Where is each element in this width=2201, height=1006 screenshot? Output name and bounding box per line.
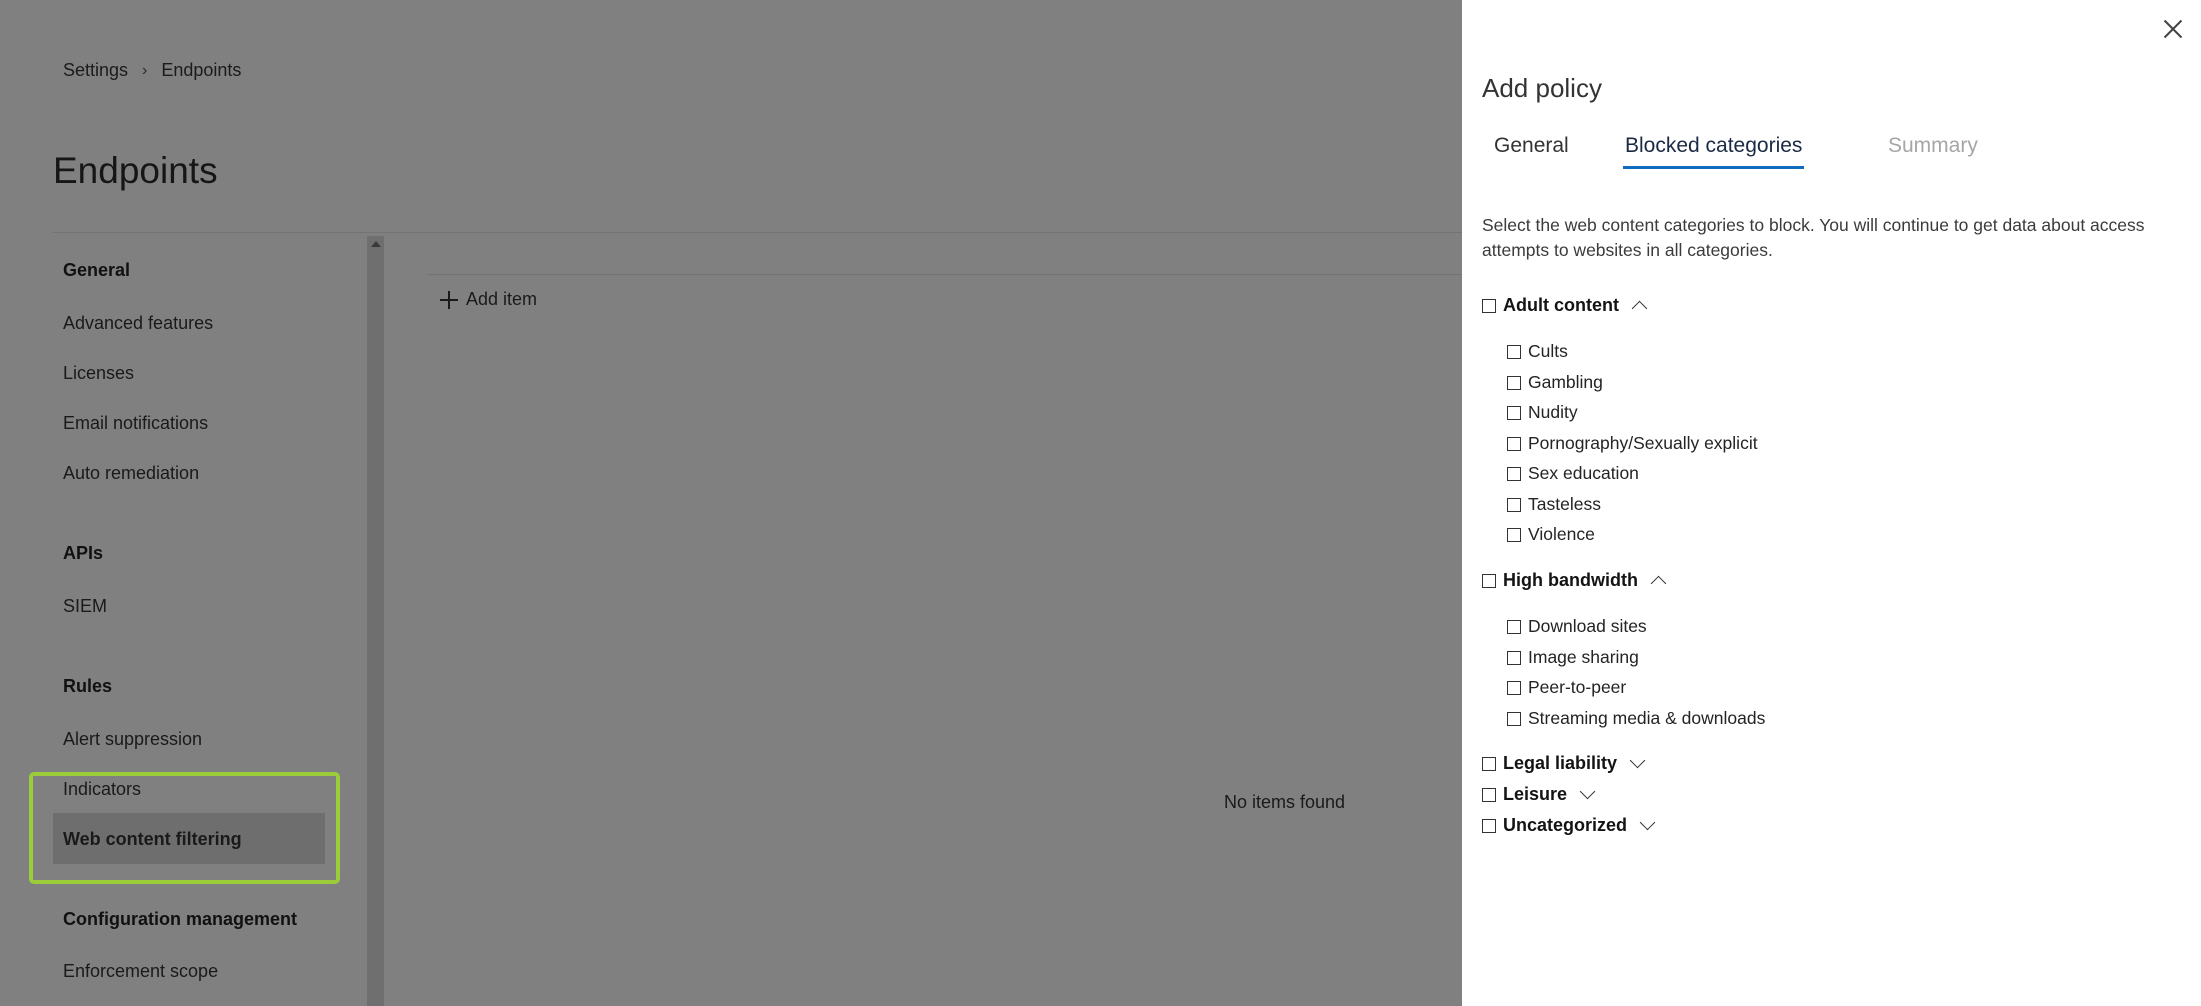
checkbox[interactable] (1507, 466, 1521, 481)
category-group-high-bandwidth[interactable]: High bandwidth (1482, 570, 1667, 592)
category-item[interactable]: Image sharing (1507, 647, 1639, 668)
chevron-right-icon: › (142, 61, 148, 79)
category-label: Sex education (1528, 463, 1639, 483)
page-title: Endpoints (53, 150, 218, 191)
category-item[interactable]: Tasteless (1507, 494, 1601, 515)
group-label: Uncategorized (1503, 815, 1628, 835)
sidebar-item-enforcement-scope[interactable]: Enforcement scope (63, 961, 218, 982)
sidebar-item-siem[interactable]: SIEM (63, 596, 107, 617)
checkbox[interactable] (1507, 527, 1521, 542)
checkbox[interactable] (1507, 344, 1521, 359)
category-group-adult-content[interactable]: Adult content (1482, 295, 1648, 317)
category-item[interactable]: Nudity (1507, 402, 1578, 423)
category-item[interactable]: Streaming media & downloads (1507, 708, 1765, 729)
category-label: Image sharing (1528, 647, 1639, 667)
close-icon[interactable] (2162, 18, 2184, 40)
checkbox[interactable] (1482, 298, 1496, 313)
checkbox[interactable] (1482, 573, 1496, 588)
sidebar-scrollbar[interactable] (367, 236, 384, 1006)
tab-general[interactable]: General (1492, 134, 1571, 166)
chevron-down-icon[interactable] (1629, 752, 1646, 769)
category-label: Pornography/Sexually explicit (1528, 433, 1758, 453)
checkbox[interactable] (1482, 756, 1496, 771)
checkbox[interactable] (1507, 405, 1521, 420)
checkbox[interactable] (1507, 680, 1521, 695)
sidebar-item-auto-remediation[interactable]: Auto remediation (63, 463, 199, 484)
sidebar-item-licenses[interactable]: Licenses (63, 363, 134, 384)
breadcrumb-endpoints[interactable]: Endpoints (161, 60, 241, 81)
category-label: Peer-to-peer (1528, 677, 1627, 697)
category-label: Streaming media & downloads (1528, 708, 1766, 728)
checkbox[interactable] (1482, 818, 1496, 833)
tab-blocked-categories[interactable]: Blocked categories (1623, 134, 1805, 169)
chevron-up-icon[interactable] (1650, 575, 1667, 592)
toolbar-divider (427, 274, 1462, 275)
chevron-up-icon[interactable] (1631, 300, 1648, 317)
group-label: Leisure (1503, 784, 1568, 804)
category-label: Gambling (1528, 372, 1603, 392)
checkbox[interactable] (1507, 375, 1521, 390)
settings-sidebar: General Advanced features Licenses Email… (53, 236, 368, 1006)
scroll-up-arrow-icon[interactable] (371, 241, 381, 247)
category-item[interactable]: Download sites (1507, 616, 1647, 637)
tab-summary[interactable]: Summary (1886, 134, 1980, 166)
category-item[interactable]: Violence (1507, 524, 1595, 545)
sidebar-heading-apis: APIs (63, 543, 104, 563)
category-label: Tasteless (1528, 494, 1601, 514)
category-label: Violence (1528, 524, 1595, 544)
category-group-uncategorized[interactable]: Uncategorized (1482, 814, 1656, 836)
breadcrumb-settings[interactable]: Settings (63, 60, 128, 81)
add-item-label: Add item (466, 289, 538, 309)
checkbox[interactable] (1507, 711, 1521, 726)
sidebar-heading-rules: Rules (63, 676, 113, 696)
sidebar-item-advanced-features[interactable]: Advanced features (63, 313, 213, 334)
category-label: Cults (1528, 341, 1568, 361)
category-item[interactable]: Gambling (1507, 372, 1603, 393)
sidebar-item-email-notifications[interactable]: Email notifications (63, 413, 208, 434)
category-label: Nudity (1528, 402, 1578, 422)
checkbox[interactable] (1507, 619, 1521, 634)
sidebar-item-alert-suppression[interactable]: Alert suppression (63, 729, 202, 750)
category-group-legal-liability[interactable]: Legal liability (1482, 752, 1646, 774)
category-item[interactable]: Cults (1507, 341, 1568, 362)
chevron-down-icon[interactable] (1639, 814, 1656, 831)
category-item[interactable]: Sex education (1507, 463, 1639, 484)
checkbox[interactable] (1507, 650, 1521, 665)
checkbox[interactable] (1507, 497, 1521, 512)
group-label: Adult content (1503, 295, 1619, 315)
endpoints-settings-page: Settings › Endpoints Endpoints General A… (0, 0, 1462, 1006)
sidebar-heading-configuration-management: Configuration management (63, 909, 298, 929)
checkbox[interactable] (1482, 787, 1496, 802)
highlight-annotation (29, 772, 340, 884)
group-label: Legal liability (1503, 753, 1618, 773)
category-item[interactable]: Peer-to-peer (1507, 677, 1626, 698)
group-label: High bandwidth (1503, 570, 1638, 590)
panel-title: Add policy (1482, 73, 1602, 103)
category-label: Download sites (1528, 616, 1647, 636)
empty-state-text: No items found (1224, 792, 1346, 812)
plus-icon (440, 290, 458, 309)
sidebar-heading-general: General (63, 260, 131, 280)
category-group-leisure[interactable]: Leisure (1482, 783, 1596, 805)
wizard-tabs: General Blocked categories Summary (1482, 134, 2182, 170)
category-item[interactable]: Pornography/Sexually explicit (1507, 433, 1758, 454)
checkbox[interactable] (1507, 436, 1521, 451)
add-item-button[interactable]: Add item (440, 289, 537, 310)
panel-description: Select the web content categories to blo… (1482, 215, 2145, 260)
divider (53, 232, 1462, 233)
add-policy-panel: Add policy General Blocked categories Su… (1462, 0, 2201, 1006)
breadcrumb: Settings › Endpoints (63, 60, 241, 81)
chevron-down-icon[interactable] (1579, 783, 1596, 800)
